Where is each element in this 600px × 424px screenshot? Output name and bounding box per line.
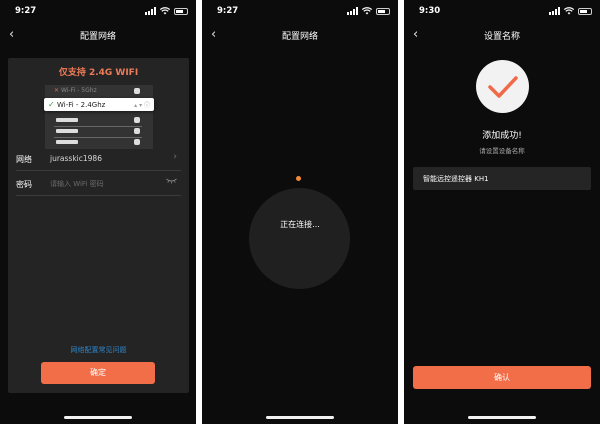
success-title: 添加成功! bbox=[482, 131, 522, 141]
wifi-icon bbox=[362, 7, 372, 15]
page-title: 配置网络 bbox=[281, 32, 318, 42]
wifi-list-illustration: ✕ Wi-Fi - 5Ghz ✓ Wi-Fi - 2.4Ghz ▴ ▾ ⓘ bbox=[44, 85, 154, 149]
wifi-row-placeholder bbox=[54, 116, 142, 127]
confirm-button[interactable]: 确认 bbox=[413, 366, 591, 389]
wifi-row-placeholder bbox=[54, 127, 142, 138]
device-name-input[interactable]: 智能远控遥控器 KH1 bbox=[413, 167, 591, 190]
device-name-value: 智能远控遥控器 KH1 bbox=[423, 175, 489, 183]
wifi-row-placeholder bbox=[54, 138, 142, 147]
password-label: 密码 bbox=[16, 180, 32, 189]
phone-screen-configure-network: 9:27 ‹ 配置网络 仅支持 2.4G WIFI ✕ Wi-Fi - 5Ghz… bbox=[0, 0, 196, 424]
network-form-card: 仅支持 2.4G WIFI ✕ Wi-Fi - 5Ghz ✓ Wi-Fi - 2… bbox=[8, 58, 189, 393]
wifi-support-notice: 仅支持 2.4G WIFI bbox=[58, 68, 139, 78]
wifi-strength-icon: ▴ ▾ ⓘ bbox=[134, 102, 150, 109]
checkmark-icon: ✓ bbox=[48, 100, 55, 109]
battery-icon bbox=[578, 7, 592, 15]
status-bar: 9:30 bbox=[404, 6, 600, 18]
home-indicator bbox=[266, 416, 334, 419]
name-hint: 请设置设备名称 bbox=[479, 147, 525, 155]
chevron-right-icon: › bbox=[173, 152, 177, 162]
signal-icon bbox=[549, 7, 560, 15]
signal-icon bbox=[145, 7, 156, 15]
confirm-button[interactable]: 确定 bbox=[41, 362, 155, 384]
battery-icon bbox=[376, 7, 390, 15]
checkmark-icon bbox=[488, 76, 518, 98]
wifi-lock-icon bbox=[134, 88, 140, 94]
status-time: 9:30 bbox=[419, 6, 441, 16]
password-row: 密码 请输入 WiFi 密码 bbox=[16, 174, 181, 196]
network-label: 网络 bbox=[16, 155, 32, 164]
phone-screen-set-name: 9:30 ‹ 设置名称 添加成功! 请设置设备名称 智能远控遥控器 KH1 确认 bbox=[404, 0, 600, 424]
page-title: 设置名称 bbox=[483, 32, 520, 42]
wifi-5ghz-label: Wi-Fi - 5Ghz bbox=[60, 87, 97, 94]
page-title: 配置网络 bbox=[79, 32, 116, 42]
phone-screen-connecting: 9:27 ‹ 配置网络 正在连接... bbox=[202, 0, 398, 424]
wifi-selected-label: Wi-Fi - 2.4Ghz bbox=[57, 101, 106, 109]
spinner-dot bbox=[296, 176, 301, 181]
connecting-spinner bbox=[249, 188, 350, 289]
network-row[interactable]: 网络 jurasskic1986 › bbox=[16, 149, 181, 171]
wifi-selected-row: ✓ Wi-Fi - 2.4Ghz ▴ ▾ ⓘ bbox=[44, 98, 154, 111]
status-bar: 9:27 bbox=[0, 6, 196, 18]
wifi-5ghz-row: ✕ Wi-Fi - 5Ghz bbox=[54, 87, 142, 96]
faq-link[interactable]: 网络配置常见问题 bbox=[8, 345, 189, 355]
connecting-status: 正在连接... bbox=[280, 220, 320, 229]
signal-icon bbox=[347, 7, 358, 15]
battery-icon bbox=[174, 7, 188, 15]
wifi-icon bbox=[160, 7, 170, 15]
wifi-icon bbox=[564, 7, 574, 15]
password-field[interactable]: 请输入 WiFi 密码 bbox=[50, 179, 104, 189]
status-time: 9:27 bbox=[15, 6, 37, 16]
status-time: 9:27 bbox=[217, 6, 239, 16]
eye-closed-icon[interactable] bbox=[166, 177, 177, 187]
home-indicator bbox=[468, 416, 536, 419]
network-value: jurasskic1986 bbox=[50, 154, 102, 163]
home-indicator bbox=[64, 416, 132, 419]
status-bar: 9:27 bbox=[202, 6, 398, 18]
success-badge bbox=[476, 60, 529, 113]
